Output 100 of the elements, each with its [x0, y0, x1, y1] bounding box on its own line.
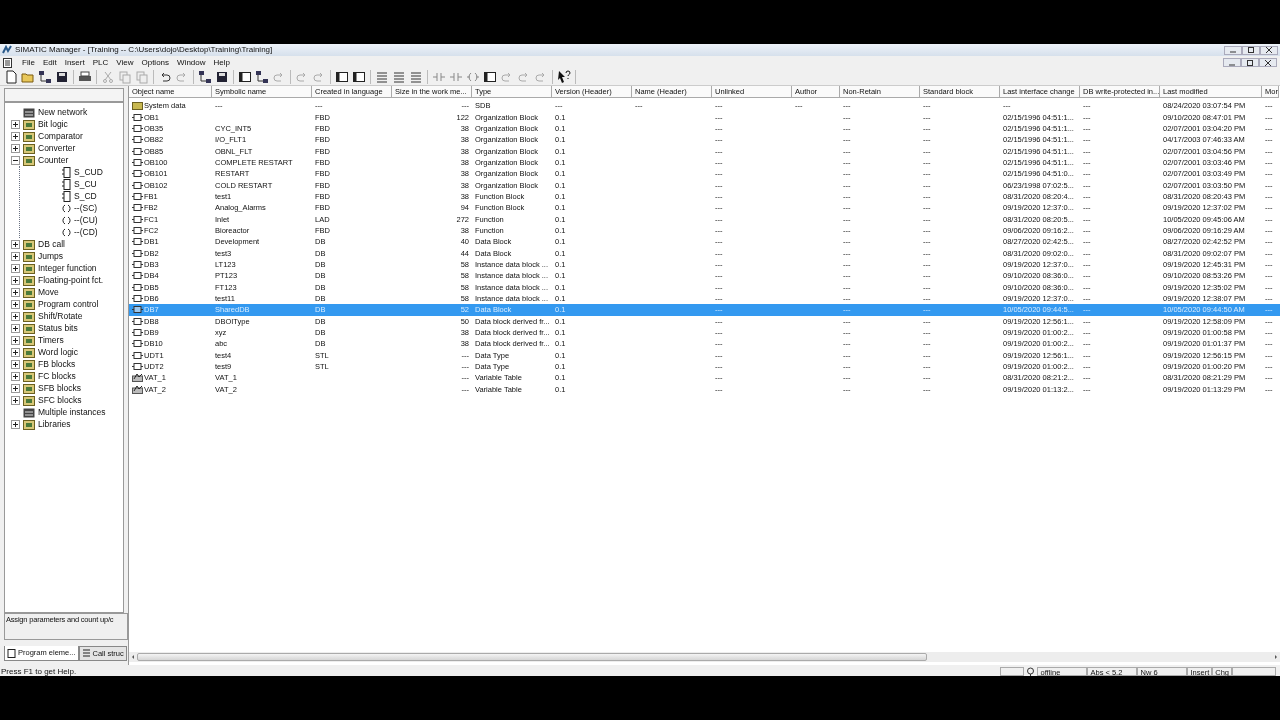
expand-icon[interactable]	[11, 275, 20, 285]
block-icon	[132, 225, 143, 235]
help-pointer-icon[interactable]	[557, 70, 571, 84]
network-icon[interactable]	[38, 70, 52, 84]
expand-icon[interactable]	[11, 287, 20, 297]
close-button[interactable]	[1259, 58, 1277, 67]
tree-item[interactable]: Timers	[38, 334, 64, 346]
tree-item[interactable]: Integer function	[38, 262, 97, 274]
block-icon	[132, 339, 143, 349]
tree-item[interactable]: New network	[38, 106, 88, 118]
menu-item[interactable]: File	[18, 56, 39, 69]
close-icon	[1264, 59, 1272, 66]
tree-item[interactable]: --(SC)	[74, 202, 98, 214]
block-icon	[132, 191, 143, 201]
print-icon[interactable]	[78, 70, 92, 84]
tree-item[interactable]: S_CU	[74, 178, 97, 190]
folder-icon	[23, 394, 35, 406]
expand-icon[interactable]	[11, 143, 20, 153]
book-icon	[7, 648, 16, 658]
expand-icon[interactable]	[11, 371, 20, 381]
block-icon	[132, 169, 143, 179]
list-icon[interactable]	[392, 70, 406, 84]
expand-icon[interactable]	[11, 335, 20, 345]
menu-item[interactable]: Insert	[60, 56, 89, 69]
list-icon[interactable]	[409, 70, 423, 84]
document-icon	[3, 57, 14, 68]
tree-item[interactable]: Move	[38, 286, 59, 298]
tree-item[interactable]: Floating-point fct.	[38, 274, 104, 286]
maximize-button[interactable]	[1242, 45, 1260, 55]
folder-icon	[23, 346, 35, 358]
menu-item[interactable]: Window	[173, 56, 210, 69]
block-icon	[132, 146, 143, 156]
status-panel	[1000, 667, 1025, 676]
expand-icon[interactable]	[11, 347, 20, 357]
window-icon[interactable]	[335, 70, 349, 84]
menu-item[interactable]: Edit	[38, 56, 61, 69]
tree-item[interactable]: Multiple instances	[38, 406, 106, 418]
tree-item[interactable]: FC blocks	[38, 370, 76, 382]
menu-item[interactable]: View	[112, 56, 138, 69]
block-icon	[132, 282, 143, 292]
expand-icon[interactable]	[11, 323, 20, 333]
maximize-button[interactable]	[1241, 58, 1259, 67]
expand-icon[interactable]	[11, 419, 20, 429]
window-icon[interactable]	[483, 70, 497, 84]
tree-item[interactable]: Program control	[38, 298, 99, 310]
tree-item[interactable]: Comparator	[38, 130, 83, 142]
save-icon[interactable]	[55, 70, 69, 84]
tree-item[interactable]: Counter	[38, 154, 69, 166]
tree-item[interactable]: Status bits	[38, 322, 78, 334]
network-icon[interactable]	[198, 70, 212, 84]
tree-item[interactable]: Libraries	[38, 418, 71, 430]
expand-icon[interactable]	[11, 119, 20, 129]
expand-icon[interactable]	[11, 239, 20, 249]
folder-icon	[23, 286, 35, 298]
expand-icon[interactable]	[11, 299, 20, 309]
folder-icon	[23, 274, 35, 286]
tree-item[interactable]: --(CD)	[74, 226, 98, 238]
tree-item[interactable]: S_CD	[74, 190, 97, 202]
tree-item[interactable]: SFB blocks	[38, 382, 81, 394]
window-title: SIMATIC Manager - [Training -- C:\Users\dojo\Desktop\Training\Training]	[15, 44, 273, 56]
expand-icon[interactable]	[11, 359, 20, 369]
tree-item[interactable]: DB call	[38, 238, 65, 250]
folder-icon	[23, 238, 35, 250]
connection-icon	[1026, 667, 1036, 676]
block-icon	[132, 237, 143, 247]
expand-icon[interactable]	[11, 251, 20, 261]
window-icon[interactable]	[238, 70, 252, 84]
scroll-right-icon[interactable]	[1272, 653, 1280, 661]
block-icon	[132, 316, 143, 326]
tree-item[interactable]: --(CU)	[74, 214, 98, 226]
tree-item[interactable]: S_CUD	[74, 166, 103, 178]
list-icon[interactable]	[375, 70, 389, 84]
folder-icon	[23, 358, 35, 370]
tree-item[interactable]: FB blocks	[38, 358, 76, 370]
menu-item[interactable]: Options	[137, 56, 174, 69]
tree-item[interactable]: Word logic	[38, 346, 78, 358]
expand-icon[interactable]	[11, 395, 20, 405]
close-button[interactable]	[1260, 45, 1278, 55]
tree-item[interactable]: Converter	[38, 142, 76, 154]
function-box-icon	[62, 178, 71, 190]
folder-icon	[23, 154, 35, 166]
tree-item[interactable]: Bit logic	[38, 118, 68, 130]
window-icon[interactable]	[352, 70, 366, 84]
expand-icon[interactable]	[11, 383, 20, 393]
horizontal-scrollbar[interactable]	[129, 652, 1280, 662]
expand-icon[interactable]	[11, 131, 20, 141]
coil-icon	[62, 202, 71, 214]
folder-icon	[132, 101, 143, 111]
expand-icon[interactable]	[11, 311, 20, 321]
expand-icon[interactable]	[11, 263, 20, 273]
tree-item[interactable]: Jumps	[38, 250, 64, 262]
block-icon	[132, 248, 143, 258]
scrollbar-thumb[interactable]	[137, 653, 927, 661]
tree-item[interactable]: Shift/Rotate	[38, 310, 83, 322]
save-icon[interactable]	[215, 70, 229, 84]
tree-item[interactable]: SFC blocks	[38, 394, 82, 406]
collapse-icon[interactable]	[11, 155, 20, 165]
network-icon[interactable]	[255, 70, 269, 84]
menu-item[interactable]: PLC	[88, 56, 113, 69]
menu-item[interactable]: Help	[209, 56, 234, 69]
